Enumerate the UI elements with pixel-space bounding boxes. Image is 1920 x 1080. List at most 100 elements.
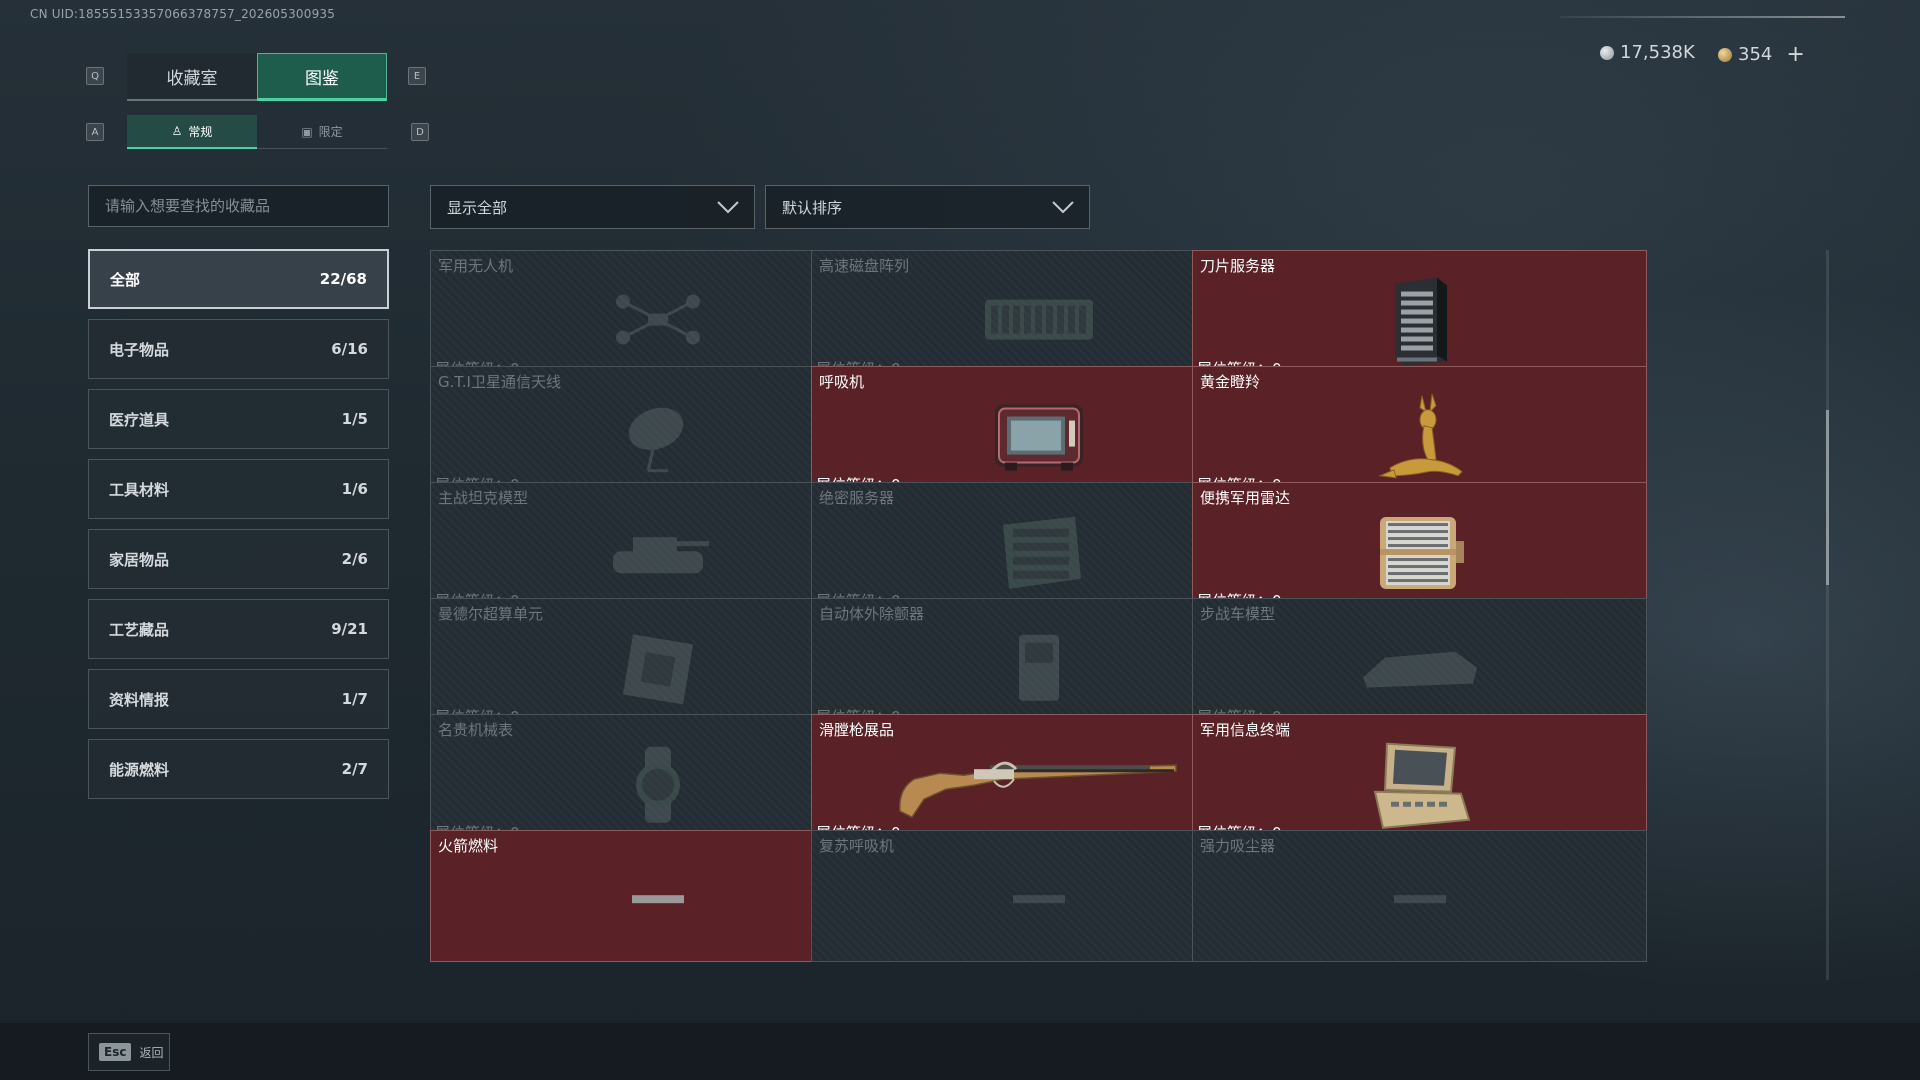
collection-card[interactable]: 军用信息终端展位等级：0: [1192, 714, 1647, 846]
card-title: 便携军用雷达: [1200, 489, 1291, 507]
key-hint-q: Q: [86, 67, 104, 85]
collection-card[interactable]: 强力吸尘器: [1192, 830, 1647, 962]
collection-card[interactable]: 便携军用雷达展位等级：0: [1192, 482, 1647, 614]
card-title: 刀片服务器: [1200, 257, 1276, 275]
info-terminal-icon: [1365, 738, 1475, 834]
silver-value: 17,538K: [1620, 42, 1695, 63]
card-title: 曼德尔超算单元: [438, 605, 544, 623]
key-hint-d: D: [411, 123, 429, 141]
key-hint-e: E: [408, 67, 426, 85]
golden-gazelle-icon: [1370, 390, 1470, 486]
card-title: 绝密服务器: [819, 489, 895, 507]
add-currency-button[interactable]: +: [1786, 42, 1804, 67]
category-label: 医疗道具: [109, 410, 170, 429]
filter-dropdown-value: 显示全部: [447, 198, 508, 217]
tab-limited[interactable]: ▣ 限定: [257, 115, 387, 149]
category-count: 22/68: [319, 270, 367, 288]
category-item[interactable]: 家居物品 2/6: [88, 529, 389, 589]
collection-card[interactable]: 步战车模型展位等级：0: [1192, 598, 1647, 730]
category-count: 1/7: [341, 690, 368, 708]
category-label: 工艺藏品: [109, 620, 170, 639]
portable-radar-icon: [1372, 511, 1468, 595]
category-item[interactable]: 全部 22/68: [88, 249, 389, 309]
supercomputer-unit-icon: [613, 624, 703, 714]
card-title: 强力吸尘器: [1200, 837, 1276, 855]
card-title: 名贵机械表: [438, 721, 514, 739]
category-item[interactable]: 工具材料 1/6: [88, 459, 389, 519]
tank-model-icon: [603, 517, 713, 587]
figure-icon: ♙: [171, 124, 183, 138]
sort-dropdown-value: 默认排序: [782, 198, 843, 217]
chevron-down-icon: [717, 201, 739, 214]
ifv-model-icon: [1355, 638, 1485, 698]
silver-coin-icon: [1600, 45, 1614, 60]
category-count: 1/5: [341, 410, 368, 428]
bottom-bar: [0, 1023, 1920, 1080]
uid-text: CN UID:18555153357066378757_202605300935: [30, 7, 336, 21]
card-title: 黄金瞪羚: [1200, 373, 1261, 391]
filter-dropdown[interactable]: 显示全部: [430, 185, 755, 229]
category-count: 2/7: [341, 760, 368, 778]
category-label: 能源燃料: [109, 760, 170, 779]
sub-tabs: ♙ 常规 ▣ 限定: [127, 115, 387, 149]
resuscitator-icon: [1009, 887, 1069, 907]
collection-card[interactable]: 刀片服务器展位等级：0: [1192, 250, 1647, 382]
card-title: 高速磁盘阵列: [819, 257, 910, 275]
tab-limited-label: 限定: [318, 125, 343, 139]
category-item[interactable]: 工艺藏品 9/21: [88, 599, 389, 659]
scrollbar-track[interactable]: [1826, 250, 1829, 980]
category-label: 全部: [110, 270, 141, 289]
category-item[interactable]: 资料情报 1/7: [88, 669, 389, 729]
gold-value: 354: [1738, 44, 1773, 65]
gold-currency: 354 +: [1718, 42, 1805, 67]
defibrillator-icon: [1009, 629, 1069, 709]
secret-server-icon: [989, 513, 1089, 593]
vacuum-icon: [1390, 887, 1450, 907]
chevron-down-icon: [1052, 201, 1074, 214]
card-title: 火箭燃料: [438, 837, 499, 855]
category-count: 1/6: [341, 480, 368, 498]
main-tabs: 收藏室 图鉴: [127, 53, 387, 101]
tab-encyclopedia[interactable]: 图鉴: [257, 53, 387, 101]
category-list: 全部 22/68 电子物品 6/16 医疗道具 1/5 工具材料 1/6 家居物品 2/6 工艺藏品…: [88, 249, 389, 809]
search-input[interactable]: [88, 185, 389, 227]
sort-dropdown[interactable]: 默认排序: [765, 185, 1090, 229]
card-title: 复苏呼吸机: [819, 837, 895, 855]
blade-server-icon: [1385, 276, 1455, 368]
category-count: 9/21: [331, 620, 368, 638]
category-count: 2/6: [341, 550, 368, 568]
category-item[interactable]: 电子物品 6/16: [88, 319, 389, 379]
card-title: 滑膛枪展品: [819, 721, 895, 739]
scrollbar-thumb[interactable]: [1826, 410, 1829, 585]
collection-grid: 军用无人机展位等级：0高速磁盘阵列展位等级：0刀片服务器展位等级：0G.T.I卫…: [430, 250, 1819, 980]
image-icon: ▣: [301, 124, 313, 139]
category-label: 资料情报: [109, 690, 170, 709]
back-label: 返回: [139, 1045, 164, 1060]
category-label: 工具材料: [109, 480, 170, 499]
esc-key-hint: Esc: [99, 1043, 132, 1061]
category-item[interactable]: 能源燃料 2/7: [88, 739, 389, 799]
silver-currency: 17,538K: [1600, 42, 1695, 63]
gold-coin-icon: [1718, 47, 1732, 62]
card-title: 步战车模型: [1200, 605, 1276, 623]
tab-regular-label: 常规: [188, 124, 213, 139]
musket-icon: [894, 749, 1184, 819]
ventilator-icon: [991, 399, 1087, 475]
card-title: G.T.I卫星通信天线: [438, 373, 561, 391]
card-title: 自动体外除颤器: [819, 605, 925, 623]
drone-icon: [613, 290, 703, 350]
category-label: 电子物品: [109, 340, 170, 359]
card-title: 呼吸机: [819, 373, 865, 391]
category-item[interactable]: 医疗道具 1/5: [88, 389, 389, 449]
disk-array-icon: [979, 290, 1099, 350]
rocket-fuel-icon: [628, 887, 688, 907]
key-hint-a: A: [86, 123, 104, 141]
top-divider: [1560, 16, 1845, 18]
watch-icon: [623, 745, 693, 825]
back-button[interactable]: Esc 返回: [88, 1033, 170, 1071]
tab-collection-room[interactable]: 收藏室: [127, 53, 257, 101]
category-label: 家居物品: [109, 550, 170, 569]
card-title: 军用信息终端: [1200, 721, 1291, 739]
collection-card[interactable]: 黄金瞪羚展位等级：0: [1192, 366, 1647, 498]
tab-regular[interactable]: ♙ 常规: [127, 115, 257, 149]
